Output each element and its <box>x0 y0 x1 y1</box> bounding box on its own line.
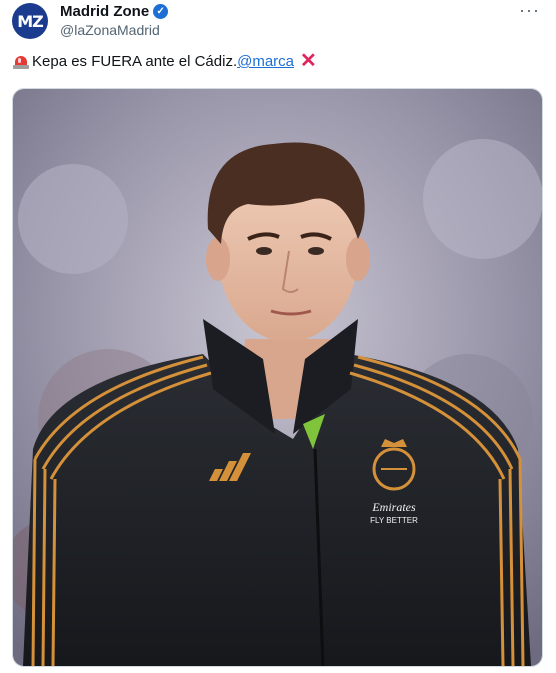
author-name[interactable]: Madrid Zone <box>60 3 149 20</box>
mention-link[interactable]: @marca <box>237 53 294 70</box>
verified-badge-icon: ✓ <box>153 4 169 19</box>
sponsor-line2: FLY BETTER <box>370 516 418 525</box>
tweet-body: Kepa es FUERA ante el Cádiz. <box>32 53 238 70</box>
avatar[interactable]: MZ <box>12 3 48 39</box>
sponsor-line1: Emirates <box>371 500 416 514</box>
tweet-text: Kepa es FUERA ante el Cádiz. @marca ✕ <box>13 50 317 72</box>
tweet-photo[interactable]: Emirates FLY BETTER <box>12 88 543 667</box>
author-handle[interactable]: @laZonaMadrid <box>60 22 160 38</box>
avatar-text: MZ <box>17 11 44 31</box>
author-name-row[interactable]: Madrid Zone ✓ <box>60 3 169 20</box>
cross-mark-icon: ✕ <box>300 50 317 72</box>
more-options-icon[interactable]: ··· <box>519 0 540 21</box>
police-light-icon <box>13 54 29 69</box>
